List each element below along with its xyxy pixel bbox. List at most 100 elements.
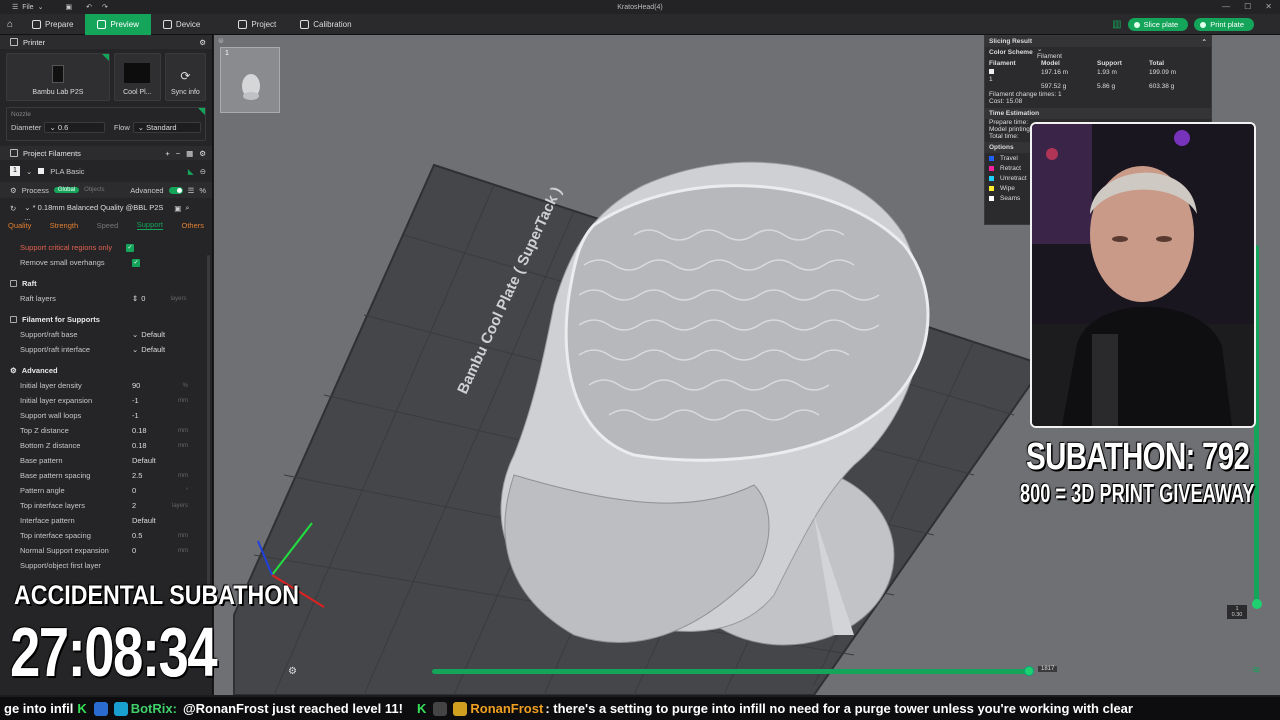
option-row: Base pattern Default	[0, 453, 212, 468]
filaments-section-title: Project Filaments	[23, 148, 81, 158]
slice-plate-button[interactable]: Slice plate	[1127, 18, 1189, 31]
tab-support[interactable]: Support	[136, 220, 164, 230]
save-preset-icon[interactable]: ▣	[174, 204, 181, 213]
raft-base-select[interactable]: ⌄ Default	[132, 330, 188, 339]
home-icon[interactable]: ⌂	[0, 14, 20, 35]
layers-icon[interactable]: ≋	[1252, 665, 1260, 676]
global-toggle[interactable]: Global	[53, 187, 80, 193]
tab-others[interactable]: Others	[181, 221, 204, 230]
diameter-select[interactable]: ⌄ 0.6	[44, 122, 105, 133]
process-header: ⚙ Process Global Objects Advanced ☰ %	[0, 182, 212, 198]
option-value-input[interactable]: 90%	[132, 381, 188, 390]
plate-image-icon	[124, 63, 151, 83]
maximize-icon[interactable]: ☐	[1244, 2, 1251, 11]
settings-gear-icon[interactable]: ⚙	[288, 666, 297, 677]
option-value-input[interactable]: 0.5 mm	[132, 531, 188, 540]
nozzle-title: Nozzle	[11, 111, 31, 118]
remove-filament-icon[interactable]: −	[176, 149, 180, 158]
flow-select[interactable]: ⌄ Standard	[132, 122, 201, 133]
process-preset-row[interactable]: ↻ ⌄ * 0.18mm Balanced Quality @BBL P2S .…	[0, 198, 212, 222]
slicing-result-header: Slicing Result ⌃	[985, 36, 1211, 47]
search-icon[interactable]: ⌕	[185, 203, 189, 213]
option-row: Interface pattern Default	[0, 513, 212, 528]
option-value-input[interactable]: 0 °	[132, 486, 188, 495]
option-label: Top Z distance	[20, 426, 69, 435]
badge-icon	[93, 701, 108, 716]
process-preset-select[interactable]: ⌄ * 0.18mm Balanced Quality @BBL P2S ...	[20, 203, 170, 222]
filament-remove-icon[interactable]: ⊖	[200, 167, 206, 176]
option-label: Initial layer expansion	[20, 396, 93, 405]
tab-strength[interactable]: Strength	[50, 221, 78, 230]
subathon-timer: 27:08:34	[10, 613, 218, 691]
legend-label: Retract	[1000, 164, 1021, 172]
option-row: Initial layer density 90%	[0, 378, 212, 393]
option-value-input[interactable]: -1	[132, 411, 188, 420]
add-filament-icon[interactable]: +	[165, 149, 169, 158]
raft-layers-input[interactable]: ⇕ 0 layers	[132, 294, 188, 303]
plate-card[interactable]: Cool Pl...	[113, 53, 161, 101]
close-icon[interactable]: ✕	[1265, 2, 1272, 11]
filament-edit-icon[interactable]: ◣	[188, 167, 194, 176]
percent-icon[interactable]: %	[199, 186, 206, 195]
move-slider[interactable]	[432, 666, 1034, 676]
project-icon	[238, 19, 248, 29]
file-menu[interactable]: ☰ File ⌄ ▣ ↶ ↷	[12, 3, 108, 12]
tab-device[interactable]: Device	[151, 14, 212, 35]
option-value-input[interactable]: 0 mm	[132, 546, 188, 555]
result-row: 1 197.16 m 597.52 g 1.93 m 5.86 g 199.09 m…	[989, 69, 1177, 90]
filament-row[interactable]: 1 ⌄ PLA Basic ◣ ⊖	[0, 160, 212, 182]
sync-icon: ⟳	[180, 69, 191, 83]
printer-settings-icon[interactable]: ⚙	[199, 38, 206, 47]
filament-supports-icon	[10, 316, 17, 323]
tab-calibration[interactable]: Calibration	[288, 14, 363, 35]
tab-speed[interactable]: Speed	[97, 221, 119, 230]
sidebar-scrollbar[interactable]	[207, 255, 210, 605]
option-value-input[interactable]: 2.5 mm	[132, 471, 188, 480]
option-value-input[interactable]: 2 layers	[132, 501, 188, 510]
badge-icon	[433, 701, 448, 716]
tab-project[interactable]: Project	[226, 14, 288, 35]
option-label: Support/object first layer	[20, 561, 101, 570]
layer-slider-knob[interactable]	[1252, 599, 1262, 609]
slice-icon	[1133, 21, 1140, 28]
critical-regions-checkbox[interactable]: ✓	[126, 243, 134, 252]
option-value-input[interactable]: Default	[132, 516, 188, 525]
tab-prepare[interactable]: Prepare	[20, 14, 85, 35]
option-value-input[interactable]: Default	[132, 456, 188, 465]
kick-icon: K	[77, 701, 87, 716]
tab-quality[interactable]: Quality	[8, 221, 31, 230]
print-queue-icon[interactable]: ▥	[1112, 19, 1121, 30]
subathon-count: SUBATHON: 792	[1026, 436, 1250, 478]
option-row: Top interface layers 2 layers	[0, 498, 212, 513]
undo-icon[interactable]: ↶	[86, 3, 92, 11]
option-value-input[interactable]: 0.18 mm	[132, 426, 188, 435]
filament-grid-icon[interactable]: ▦	[186, 149, 193, 158]
advanced-toggle[interactable]	[168, 186, 183, 194]
sync-info-button[interactable]: ⟳ Sync info	[164, 53, 206, 101]
tab-preview[interactable]: Preview	[85, 13, 151, 35]
calibration-icon	[300, 19, 310, 29]
filament-settings-icon[interactable]: ⚙	[199, 149, 206, 158]
minimize-icon[interactable]: —	[1222, 2, 1230, 11]
list-icon[interactable]: ☰	[188, 186, 195, 195]
printer-card[interactable]: Bambu Lab P2S	[6, 53, 110, 101]
advanced-label: Advanced	[130, 185, 164, 195]
collapse-result-icon[interactable]: ⌃	[1202, 38, 1207, 46]
preview-icon	[97, 19, 107, 29]
chat-message-2: : there's a setting to purge into infill…	[545, 701, 1133, 716]
tab-project-label: Project	[251, 19, 277, 29]
print-plate-button[interactable]: Print plate	[1194, 18, 1254, 31]
option-value-input[interactable]: -1 mm	[132, 396, 188, 405]
layer-slider-bottom-label: 1 0.30	[1227, 605, 1247, 619]
color-scheme-select[interactable]: ⌄ Filament	[1037, 45, 1062, 60]
save-icon[interactable]: ▣	[65, 3, 72, 11]
objects-toggle[interactable]: Objects	[84, 187, 104, 193]
legend-swatch	[989, 195, 994, 201]
chat-user-ronanfrost: RonanFrost	[470, 701, 544, 716]
small-overhangs-checkbox[interactable]: ✓	[132, 258, 140, 267]
advanced-rows: Initial layer density 90% Initial layer ex…	[0, 378, 212, 573]
raft-interface-select[interactable]: ⌄ Default	[132, 345, 188, 354]
option-value-input[interactable]: 0.18 mm	[132, 441, 188, 450]
redo-icon[interactable]: ↷	[102, 3, 108, 11]
move-slider-knob[interactable]	[1024, 666, 1034, 676]
